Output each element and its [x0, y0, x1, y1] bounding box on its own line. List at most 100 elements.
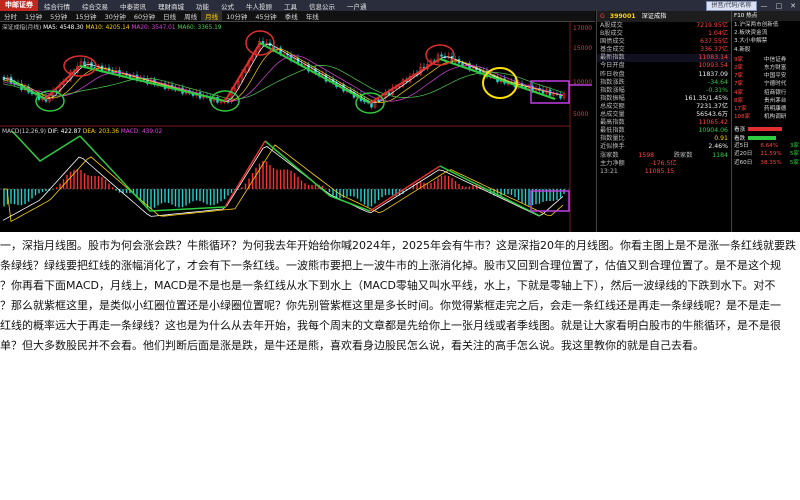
quote-bottom-row: 涨家数 1598 跌家数 1184: [597, 152, 731, 160]
tab-timeshare[interactable]: 分时: [0, 11, 21, 21]
research-count: 7家: [734, 81, 744, 88]
quote-value: 11837.09: [698, 70, 728, 78]
research-row[interactable]: 8家 贵州茅台: [732, 97, 800, 105]
macd-green-line: [11, 130, 81, 162]
hot-item[interactable]: 1.沪深两市创新低: [732, 21, 800, 29]
research-row[interactable]: 2家 东方财富: [732, 64, 800, 72]
research-row[interactable]: 4家 招商银行: [732, 89, 800, 97]
research-count: 7家: [734, 73, 744, 80]
bottom-value: 1598: [638, 151, 655, 159]
quote-label: B股成交: [600, 30, 623, 38]
menu-item-tools[interactable]: 工具: [278, 1, 303, 11]
tab-60min[interactable]: 60分钟: [130, 11, 159, 21]
period-return: 6.64%: [760, 143, 779, 150]
menu-item-trade[interactable]: 综合交易: [76, 1, 114, 11]
hot-item[interactable]: 2.板块资金流: [732, 29, 800, 37]
quote-header: G 399001 深证成指: [597, 11, 731, 22]
tab-yearly[interactable]: 年线: [302, 11, 323, 21]
tab-quarterly[interactable]: 季线: [281, 11, 302, 21]
bottom-label2: 跌家数: [673, 151, 693, 159]
research-row[interactable]: 7家 中国平安: [732, 72, 800, 80]
tab-1min[interactable]: 1分钟: [21, 11, 46, 21]
research-row[interactable]: 108家 机构调研: [732, 113, 800, 121]
article-line: ？你再看下面MACD，月线上，MACD是不是也是一条红线从水下到水上（MACD零…: [0, 279, 776, 292]
bottom-value: -176.5亿: [650, 159, 677, 167]
green-trend-line: [439, 58, 556, 100]
quote-value: 161.35/1.45%: [684, 94, 728, 102]
dif-line: [2, 146, 564, 221]
quote-value: 2.46%: [708, 143, 728, 151]
quote-value: -0.31%: [706, 86, 728, 94]
quote-value: 0.91: [714, 135, 728, 143]
kline-chart[interactable]: 深证成指(月线) MA5: 4548.30 MA10: 4205.14 MA20…: [0, 21, 595, 232]
research-stock: 宁德时代: [764, 81, 787, 88]
menu-item-news[interactable]: 中泰资讯: [114, 1, 152, 11]
hot-item[interactable]: 3.大小非解禁: [732, 37, 800, 45]
quote-label: 总成交额: [600, 102, 625, 110]
tab-daily[interactable]: 日线: [159, 11, 180, 21]
performance-row: 近5日 6.64% 3家: [732, 142, 800, 150]
bull-label: 看涨: [734, 126, 746, 133]
period-label: 近20日: [734, 151, 753, 158]
index-name: 深证成指(月线): [2, 25, 42, 31]
ma10-label: MA10: 4205.14: [85, 25, 130, 31]
quote-label: 近似换手: [600, 143, 625, 151]
period-label: 近5日: [734, 143, 749, 150]
macd-histogram: [3, 160, 565, 210]
close-icon[interactable]: ✕: [786, 2, 800, 10]
quote-value: 11083.14: [698, 54, 728, 62]
search-input[interactable]: 拼音/代码/名称: [706, 0, 757, 11]
research-row[interactable]: 7家 宁德时代: [732, 80, 800, 88]
research-count: 4家: [734, 89, 744, 96]
quote-value: 56543.6万: [696, 111, 728, 119]
quote-value: 7231.37亿: [696, 102, 728, 110]
performance-row: 近60日 38.35% 5家: [732, 159, 800, 167]
tab-45min[interactable]: 45分钟: [251, 11, 280, 21]
menu-item-advisor[interactable]: 牛人投顾: [240, 1, 278, 11]
quote-row: 总成交量 56543.6万: [597, 111, 731, 119]
menu-item-mall[interactable]: 理财商城: [152, 1, 190, 11]
menu-item-function[interactable]: 功能: [190, 1, 215, 11]
menu-item-info[interactable]: 信息公示: [303, 1, 341, 11]
maximize-icon[interactable]: □: [772, 2, 787, 10]
green-trend-line: [259, 42, 371, 104]
period-label: 近60日: [734, 159, 753, 166]
quote-label: A股成交: [600, 22, 623, 29]
tab-5min[interactable]: 5分钟: [46, 11, 71, 21]
green-trend-line: [11, 80, 46, 100]
period-count: 3家: [789, 143, 799, 150]
index-code: 399001: [609, 13, 636, 20]
performance-row: 近20日 11.59% 5家: [732, 150, 800, 158]
ma20-label: MA20: 3547.01: [131, 25, 176, 31]
hot-item[interactable]: 4.新股: [732, 46, 800, 54]
candle: [377, 99, 380, 102]
quote-label: 总成交量: [600, 111, 625, 119]
code-prefix: G: [600, 13, 605, 20]
red-circle: [425, 44, 455, 66]
tab-monthly[interactable]: 月线: [201, 11, 223, 21]
menu-item-formula[interactable]: 公式: [215, 1, 240, 11]
quote-bottom-row: 13:21 11085.15: [597, 168, 731, 176]
tab-10min[interactable]: 10分钟: [222, 11, 251, 21]
macd-value-label: MACD: 439.02: [120, 129, 163, 135]
quote-value: 7219.95亿: [696, 22, 728, 29]
article-line: ？那么就紫框这里，是类似小红圈位置还是小绿圈位置呢？你先别管紫框这里是多长时间。…: [0, 299, 781, 312]
sentiment-bars: 看涨 看跌: [732, 124, 800, 142]
article-line: 红线的概率远大于再走一条绿线？这也是为什么从去年开始，我每个周末的文章都是先给你…: [0, 319, 781, 332]
menu-bar: 申邮证券 综合行情 综合交易 中泰资讯 理财商城 功能 公式 牛人投顾 工具 信…: [0, 0, 800, 11]
tab-weekly[interactable]: 周线: [180, 11, 201, 21]
tab-30min[interactable]: 30分钟: [101, 11, 130, 21]
menu-item-market[interactable]: 综合行情: [38, 1, 76, 11]
menu-item-account[interactable]: 一户通: [341, 1, 373, 11]
minimize-icon[interactable]: —: [757, 2, 772, 10]
research-row[interactable]: 9家 中信证券: [732, 56, 800, 64]
chart-canvas[interactable]: [0, 21, 595, 232]
quote-row: 昨日收盘 11837.09: [597, 71, 731, 79]
bear-bar-row: 看跌: [732, 133, 800, 142]
tab-15min[interactable]: 15分钟: [71, 11, 100, 21]
bottom-label: 涨家数: [600, 151, 619, 159]
quote-value: 11065.42: [698, 119, 728, 127]
quote-row: B股成交 1.04亿: [597, 30, 731, 38]
candle: [461, 62, 464, 66]
research-row[interactable]: 17家 药明康德: [732, 105, 800, 113]
